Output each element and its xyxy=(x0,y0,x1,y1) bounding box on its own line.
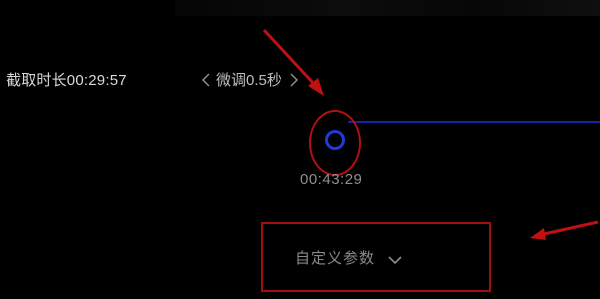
annotation-arrow-left-icon xyxy=(530,220,599,240)
timeline-track[interactable] xyxy=(348,121,600,123)
video-capture-panel: 截取时长00:29:57 微调0.5秒 00:43:29 自定义参数 xyxy=(0,0,600,299)
chevron-left-icon[interactable] xyxy=(200,72,212,88)
current-time-readout: 00:43:29 xyxy=(300,171,363,188)
custom-params-label: 自定义参数 xyxy=(295,249,376,267)
custom-params-dropdown[interactable]: 自定义参数 xyxy=(261,222,491,292)
capture-duration-label: 截取时长00:29:57 xyxy=(6,72,127,89)
annotation-arrow-down-icon xyxy=(262,28,324,96)
annotation-ellipse xyxy=(309,110,361,176)
chevron-down-icon xyxy=(387,252,403,265)
top-band xyxy=(175,0,600,16)
